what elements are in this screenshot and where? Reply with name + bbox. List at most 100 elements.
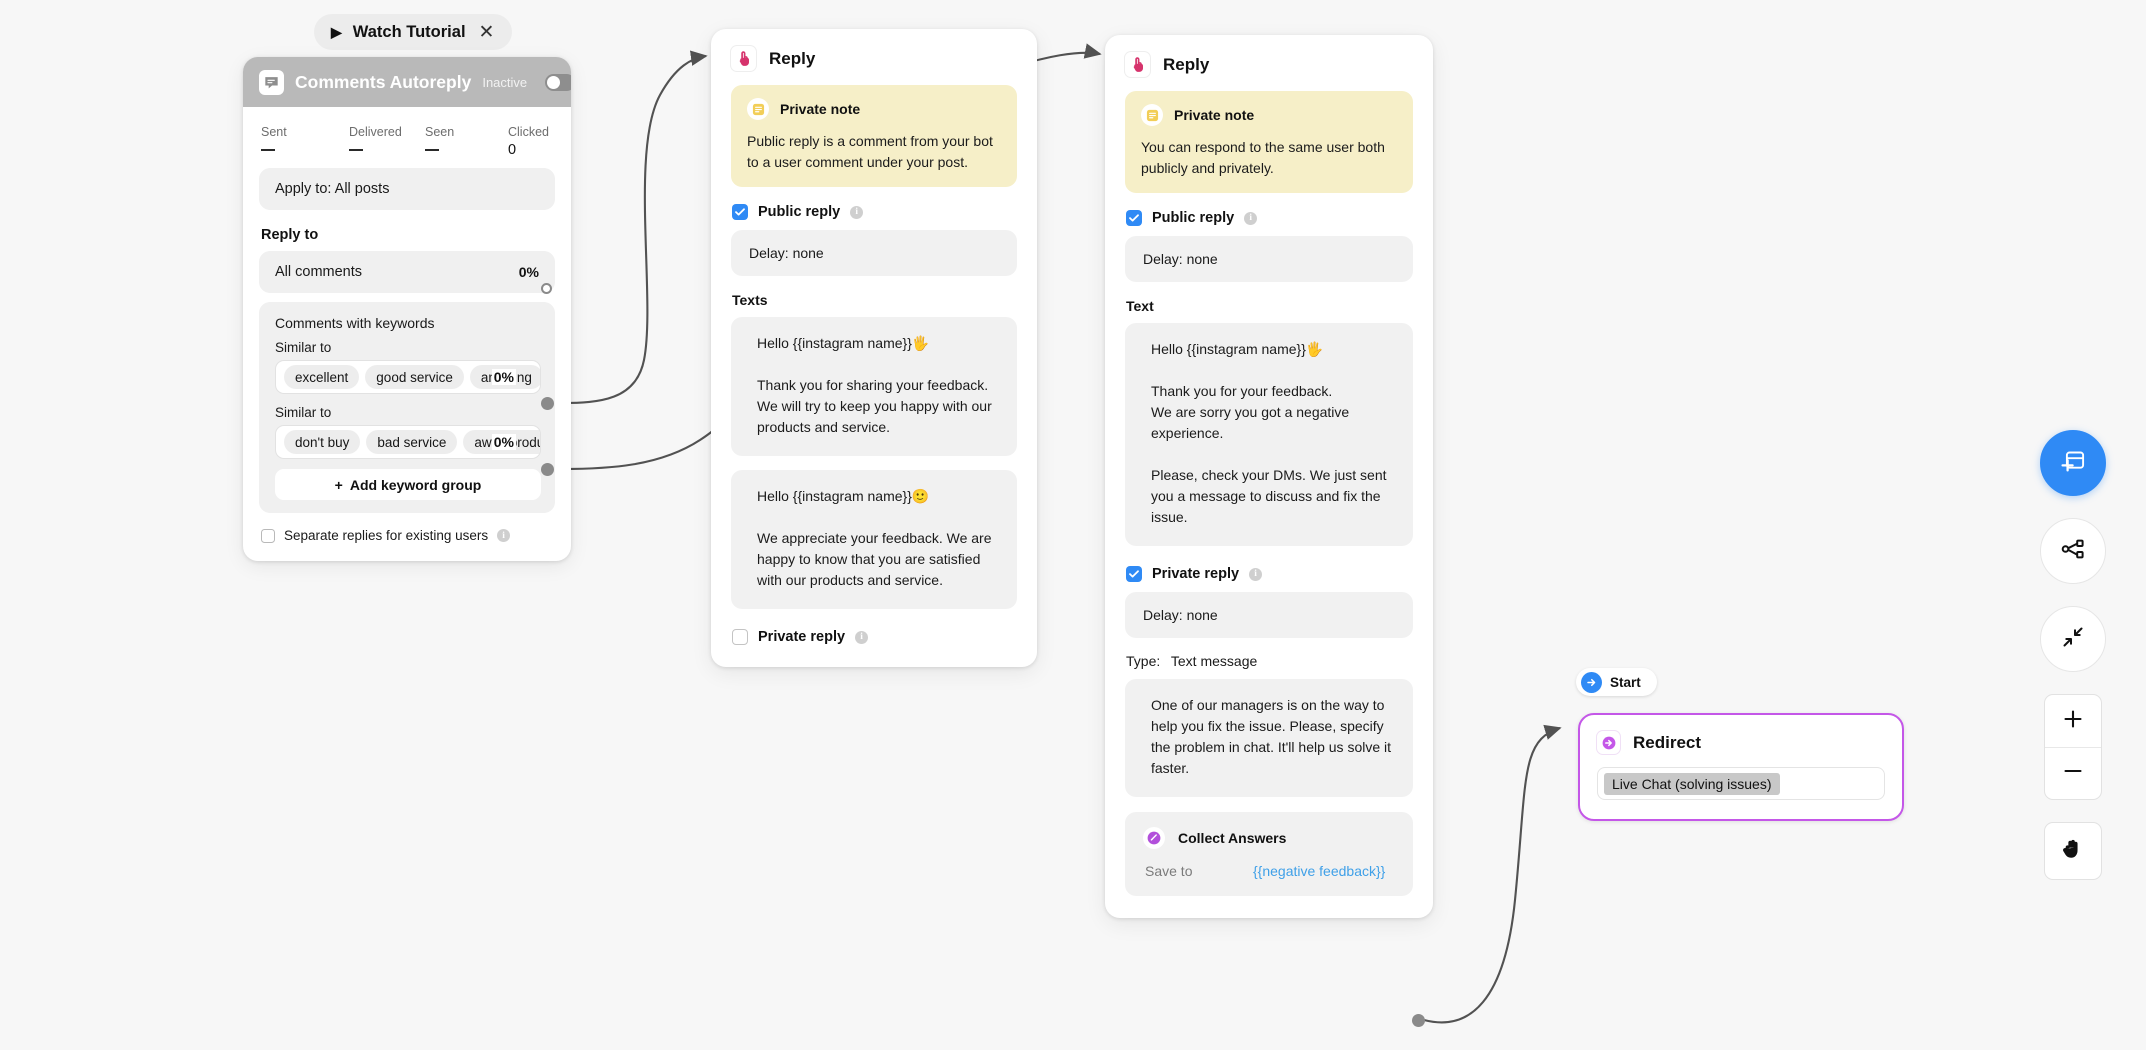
fit-view-button[interactable] (2040, 606, 2106, 672)
info-icon[interactable]: i (1244, 211, 1258, 225)
save-to-row[interactable]: Save to {{negative feedback}} (1143, 863, 1395, 879)
stat-clicked: Clicked 0 (508, 125, 549, 158)
message-type-value: Text message (1170, 653, 1258, 670)
auto-layout-button[interactable] (2040, 518, 2106, 584)
public-reply-label-1: Public reply (758, 204, 841, 221)
reply-node-1[interactable]: Reply Private note Public reply is a com… (711, 29, 1037, 668)
message-type-row[interactable]: Type: Text message (1126, 653, 1413, 669)
keywords-heading: Comments with keywords (275, 315, 435, 331)
redirect-node[interactable]: Redirect Live Chat (solving issues) (1578, 713, 1904, 821)
keyword-chip[interactable]: bad service (366, 430, 458, 454)
close-icon[interactable]: ✕ (479, 23, 495, 42)
reply-text-bubble-2[interactable]: Hello {{instagram name}}🖐️ Thank you for… (1125, 323, 1413, 547)
info-icon[interactable]: i (855, 630, 869, 644)
reply-text-bubble[interactable]: Hello {{instagram name}}🙂 We appreciate … (731, 470, 1017, 610)
public-reply-row-2[interactable]: Public reply i (1126, 210, 1413, 227)
add-keyword-group-label: Add keyword group (349, 476, 482, 493)
private-reply-checkbox-2[interactable] (1126, 566, 1142, 583)
keyword-chip[interactable]: good service (365, 365, 464, 389)
sitemap-icon (2059, 535, 2087, 568)
add-block-icon (2058, 446, 2088, 481)
reply-node-2-title: Reply (1163, 54, 1210, 74)
comments-autoreply-card[interactable]: Comments Autoreply Inactive Sent Deliver… (243, 57, 571, 561)
info-icon[interactable]: i (497, 529, 511, 542)
private-note-1-header: Private note (747, 98, 1001, 120)
pan-button[interactable] (2044, 822, 2102, 880)
start-label: Start (1610, 674, 1641, 690)
public-reply-checkbox-1[interactable] (732, 204, 748, 221)
keyword-chip[interactable]: excellent (284, 365, 360, 389)
keyword-chips-field-1[interactable]: excellent good service amazing 0% (275, 360, 541, 394)
public-delay-2[interactable]: Delay: none (1125, 236, 1413, 283)
reply-to-heading: Reply to (261, 227, 319, 243)
keyword-group-2-output-handle[interactable] (541, 463, 554, 476)
zoom-in-button[interactable] (2045, 695, 2101, 747)
private-reply-row-2[interactable]: Private reply i (1126, 566, 1413, 583)
all-comments-output-handle[interactable] (541, 283, 552, 294)
start-badge[interactable]: Start (1576, 668, 1657, 696)
reply-node-2-body: Private note You can respond to the same… (1105, 77, 1433, 918)
hand-tap-icon (1125, 52, 1150, 77)
private-note-1-text: Public reply is a comment from your bot … (747, 133, 993, 170)
private-reply-row-1[interactable]: Private reply i (732, 629, 1017, 646)
zoom-controls (2044, 694, 2102, 800)
keyword-group-percent: 0% (491, 369, 516, 385)
dash-icon (425, 149, 439, 151)
redirect-target-field[interactable]: Live Chat (solving issues) (1597, 767, 1885, 800)
similar-to-label: Similar to (275, 405, 332, 420)
message-type-key: Type: (1126, 653, 1161, 670)
reply-node-2-output-handle[interactable] (1412, 1014, 1425, 1027)
activate-toggle[interactable] (545, 73, 571, 91)
stat-label: Seen (425, 125, 455, 139)
minus-icon (2061, 759, 2085, 788)
texts-heading: Texts (732, 292, 768, 309)
public-reply-checkbox-2[interactable] (1126, 210, 1142, 227)
info-icon[interactable]: i (850, 205, 864, 219)
reply-node-2[interactable]: Reply Private note You can respond to th… (1105, 35, 1433, 919)
collapse-arrows-icon (2060, 624, 2086, 655)
private-reply-label-1: Private reply (758, 629, 846, 646)
trigger-header: Comments Autoreply Inactive (243, 57, 571, 107)
reply-text-bubble[interactable]: Hello {{instagram name}}🖐️ Thank you for… (731, 317, 1017, 457)
apply-to-row[interactable]: Apply to: All posts (259, 168, 555, 210)
reply-node-2-header: Reply (1105, 35, 1433, 77)
stat-value: 0 (508, 142, 517, 158)
private-reply-label-2: Private reply (1152, 566, 1240, 583)
reply-node-1-body: Private note Public reply is a comment f… (711, 71, 1037, 667)
separate-replies-checkbox[interactable] (261, 528, 275, 543)
info-icon[interactable]: i (1249, 567, 1263, 581)
collect-answers-block[interactable]: Collect Answers Save to {{negative feedb… (1125, 812, 1413, 897)
private-reply-checkbox-1[interactable] (732, 629, 748, 646)
keyword-chip[interactable]: don't buy (284, 430, 361, 454)
public-delay-1[interactable]: Delay: none (731, 230, 1017, 277)
all-comments-percent: 0% (518, 264, 539, 280)
keyword-group-1: Similar to excellent good service amazin… (275, 340, 541, 394)
note-lines-icon (1141, 104, 1163, 126)
reply-node-1-header: Reply (711, 29, 1037, 71)
dash-icon (349, 149, 363, 151)
redirect-header: Redirect (1597, 731, 1885, 754)
add-keyword-group-button[interactable]: + Add keyword group (275, 469, 541, 500)
watch-tutorial-pill[interactable]: ▶ Watch Tutorial ✕ (314, 14, 513, 50)
reply-node-1-title: Reply (769, 48, 816, 68)
hand-icon (2060, 836, 2086, 867)
page-title: Comments Autoreply (295, 71, 472, 92)
zoom-out-button[interactable] (2045, 747, 2101, 799)
all-comments-row[interactable]: All comments 0% (259, 251, 555, 293)
save-to-key: Save to (1145, 863, 1193, 880)
stat-label: Delivered (349, 125, 402, 139)
private-message-bubble[interactable]: One of our managers is on the way to hel… (1125, 679, 1413, 798)
keyword-group-1-output-handle[interactable] (541, 397, 554, 410)
collect-answers-title: Collect Answers (1178, 830, 1287, 847)
keyword-group-2: Similar to don't buy bad service awful p… (275, 405, 541, 459)
separate-replies-row[interactable]: Separate replies for existing users i (259, 528, 555, 543)
flow-canvas[interactable]: ▶ Watch Tutorial ✕ Comments Autoreply In… (0, 0, 2146, 1050)
add-block-button[interactable] (2040, 430, 2106, 496)
public-reply-row-1[interactable]: Public reply i (732, 204, 1017, 221)
private-note-1: Private note Public reply is a comment f… (731, 85, 1017, 188)
text-heading: Text (1126, 298, 1154, 315)
keyword-chips-field-2[interactable]: don't buy bad service awful product 0% (275, 425, 541, 459)
private-delay-2[interactable]: Delay: none (1125, 592, 1413, 639)
save-to-value[interactable]: {{negative feedback}} (1253, 863, 1385, 879)
redirect-target-value: Live Chat (solving issues) (1604, 772, 1780, 795)
